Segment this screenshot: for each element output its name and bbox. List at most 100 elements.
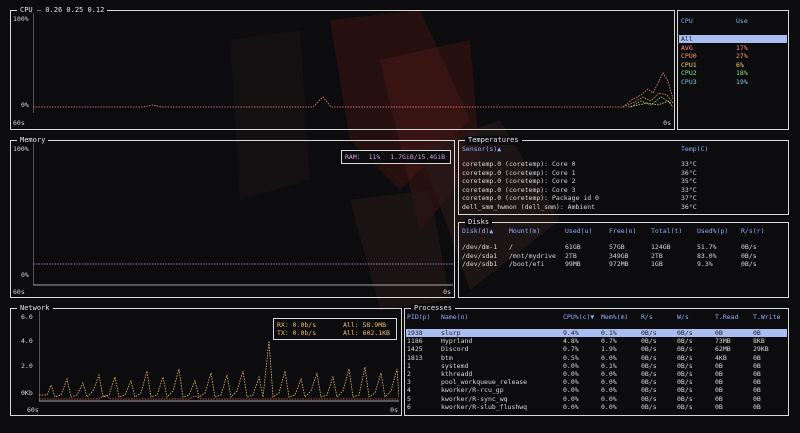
processes-header-pid[interactable]: PID(p) — [407, 313, 430, 321]
temperatures-panel[interactable]: Temperatures Sensor(s)▲ Temp(C) coretemp… — [458, 136, 789, 215]
process-cell-ws: 0B/s — [677, 378, 693, 387]
cpu-graph-panel[interactable]: CPU – 0.26 0.25 0.12 100% 0% 60s 0s — [10, 6, 675, 130]
network-graph-panel[interactable]: Network 6.0 4.0 2.0 0Kb 60s 0s RX: 0.0b/… — [10, 304, 402, 416]
disks-row[interactable]: /dev/sda1/mnt/mydrive 2TB 349GB 2TB 83.0% 0B/… — [460, 252, 787, 260]
process-cell-pid: 1813 — [407, 353, 423, 362]
process-cell-ws: 0B/s — [677, 386, 693, 395]
cpu-legend-name: CPU3 — [681, 77, 697, 86]
process-row[interactable]: 4 kworker/R-rcu_gp 0.0% 0.0% 0B/s 0B/s 0B 0B — [406, 386, 787, 394]
cpu-legend-row[interactable]: CPU3 19% — [679, 78, 787, 86]
disks-cell-mount: / — [509, 243, 513, 251]
processes-header-mem[interactable]: Mem%(m) — [601, 313, 628, 321]
process-cell-ws: 0B/s — [677, 361, 693, 370]
disks-cell-mount: /boot/efi — [509, 260, 545, 268]
disks-header-rs: R/s(r) — [741, 227, 765, 235]
disks-cell-disk: /dev/dm-1 — [462, 243, 498, 251]
process-cell-twrite: 0B — [753, 361, 761, 370]
cpu-legend-name: CPU1 — [681, 60, 697, 69]
process-cell-mem: 0.0% — [601, 394, 617, 403]
process-cell-twrite: 0B — [753, 394, 761, 403]
temps-row[interactable]: coretemp.0 (coretemp): Core 0 33°C — [460, 160, 787, 168]
processes-header-cpu[interactable]: CPU%(c)▼ — [563, 313, 594, 321]
cpu-legend-row[interactable]: CPU0 27% — [679, 52, 787, 60]
process-row[interactable]: 3 pool_workqueue_release 0.0% 0.0% 0B/s 0B/s 0… — [406, 378, 787, 386]
process-row[interactable]: 2 kthreadd 0.0% 0.0% 0B/s 0B/s 0B 0B — [406, 370, 787, 378]
process-cell-pid: 1186 — [407, 337, 423, 346]
temps-row[interactable]: coretemp.0 (coretemp): Core 3 33°C — [460, 186, 787, 194]
process-cell-pid: 5 — [407, 394, 411, 403]
process-cell-mem: 1.9% — [601, 345, 617, 354]
disks-header-free: Free(n) — [609, 227, 637, 235]
process-row[interactable]: 5 kworker/R-sync_wq 0.0% 0.0% 0B/s 0B/s 0B 0B — [406, 395, 787, 403]
temps-header-temp: Temp(C) — [681, 145, 709, 153]
temps-value: 37°C — [681, 194, 697, 202]
temps-value: 35°C — [681, 177, 697, 185]
process-cell-pid: 1 — [407, 361, 411, 370]
network-tx: TX: 0.0b/s — [277, 329, 317, 337]
disks-cell-rs: 0B/s — [741, 251, 757, 260]
disks-panel[interactable]: Disks Disk(d)▲ Mount(m) Used(u) Free(n) … — [458, 218, 789, 298]
network-all-rx: All: 58.9MB — [343, 321, 387, 329]
cpu-legend-row[interactable]: All — [679, 35, 787, 43]
disks-cell-used: 99MB — [565, 260, 581, 268]
cpu-legend-use: 17% — [736, 43, 748, 52]
disks-cell-free: 57GB — [609, 243, 625, 251]
network-y-label-3: 0Kb — [21, 389, 33, 397]
process-cell-rs: 0B/s — [641, 378, 657, 387]
process-cell-mem: 0.0% — [601, 370, 617, 378]
process-cell-rs: 0B/s — [641, 402, 657, 411]
processes-header-twrite[interactable]: T.Write — [753, 313, 780, 321]
process-cell-rs: 0B/s — [641, 345, 657, 354]
disks-row[interactable]: /dev/dm-1 / 61GB 57GB 124GB 51.7% 0B/s — [460, 243, 787, 251]
network-x-right: 0s — [390, 406, 398, 414]
processes-header-tread[interactable]: T.Read — [715, 313, 738, 321]
cpu-legend-row[interactable]: CPU1 6% — [679, 61, 787, 69]
processes-header-ws[interactable]: W/s — [677, 313, 689, 321]
disks-cell-used: 61GB — [565, 243, 581, 251]
cpu-legend-use: 19% — [736, 77, 748, 86]
process-cell-ws: 0B/s — [677, 402, 693, 411]
temps-value: 36°C — [681, 202, 697, 211]
process-cell-ws: 0B/s — [677, 394, 693, 403]
process-cell-pid: 3 — [407, 378, 411, 387]
cpu-legend-row[interactable]: CPU2 18% — [679, 69, 787, 77]
process-cell-cpu: 0.7% — [563, 345, 579, 354]
process-row[interactable]: 1938 slurp 9.4% 0.1% 0B/s 0B/s 0B 0B — [406, 329, 787, 337]
process-cell-ws: 0B/s — [677, 353, 693, 362]
temps-row[interactable]: coretemp.0 (coretemp): Core 1 36°C — [460, 169, 787, 177]
process-cell-tread: 0B — [715, 370, 723, 378]
process-cell-name: Hyprland — [441, 337, 473, 346]
disks-header-mount: Mount(m) — [509, 227, 541, 235]
network-all-tx: All: 602.1KB — [343, 329, 390, 337]
process-cell-mem: 0.0% — [601, 353, 617, 362]
process-cell-pid: 4 — [407, 386, 411, 395]
process-row[interactable]: 1 systemd 0.0% 0.1% 0B/s 0B/s 0B 0B — [406, 362, 787, 370]
cpu-y-bottom: 0% — [21, 101, 29, 109]
disks-cell-mount: /mnt/mydrive — [509, 251, 556, 260]
process-row[interactable]: 1425 Discord 0.7% 1.9% 0B/s 0B/s 62MB 29KB — [406, 345, 787, 353]
process-cell-tread: 0B — [715, 378, 723, 387]
process-row[interactable]: 6 kworker/R-slub_flushwq 0.0% 0.0% 0B/s 0B/s 0… — [406, 403, 787, 411]
temps-row[interactable]: dell_smm_hwmon (dell_smm): Ambient 36°C — [460, 203, 787, 211]
disks-cell-total: 124GB — [651, 243, 671, 251]
temps-value: 33°C — [681, 185, 697, 194]
temps-row[interactable]: coretemp.0 (coretemp): Core 2 35°C — [460, 177, 787, 185]
process-cell-rs: 0B/s — [641, 386, 657, 395]
cpu-legend-panel[interactable]: CPU Use All AVG 17% CPU0 27% CPU1 6% CPU2 18% CPU… — [677, 10, 789, 130]
process-cell-ws: 0B/s — [677, 345, 693, 354]
temps-row[interactable]: coretemp.0 (coretemp): Package id 0 37°C — [460, 194, 787, 202]
cpu-legend-row[interactable]: AVG 17% — [679, 44, 787, 52]
processes-panel[interactable]: Processes PID(p) Name(n) CPU%(c)▼ Mem%(m… — [404, 304, 789, 416]
processes-header-name[interactable]: Name(n) — [441, 313, 468, 321]
cpu-legend-use: 27% — [736, 52, 748, 60]
process-row[interactable]: 1186 Hyprland 4.8% 0.7% 0B/s 0B/s 73MB 8KB — [406, 337, 787, 345]
disks-cell-usedpct: 51.7% — [697, 243, 717, 251]
temps-header-sensor: Sensor(s)▲ — [462, 145, 502, 153]
processes-header-rs[interactable]: R/s — [641, 313, 653, 321]
process-row[interactable]: 1813 btm 0.5% 0.0% 0B/s 0B/s 4KB 0B — [406, 354, 787, 362]
memory-graph-panel[interactable]: Memory 100% 0% 60s 0s RAM: 11% 1.7GiB/15… — [10, 136, 455, 298]
memory-y-top: 100% — [13, 145, 29, 153]
process-cell-mem: 0.7% — [601, 337, 617, 346]
disks-row[interactable]: /dev/sdb1/boot/efi 99MB 972MB 1GB 9.3% 0B/s — [460, 260, 787, 268]
disks-header-disk: Disk(d)▲ — [462, 227, 494, 235]
